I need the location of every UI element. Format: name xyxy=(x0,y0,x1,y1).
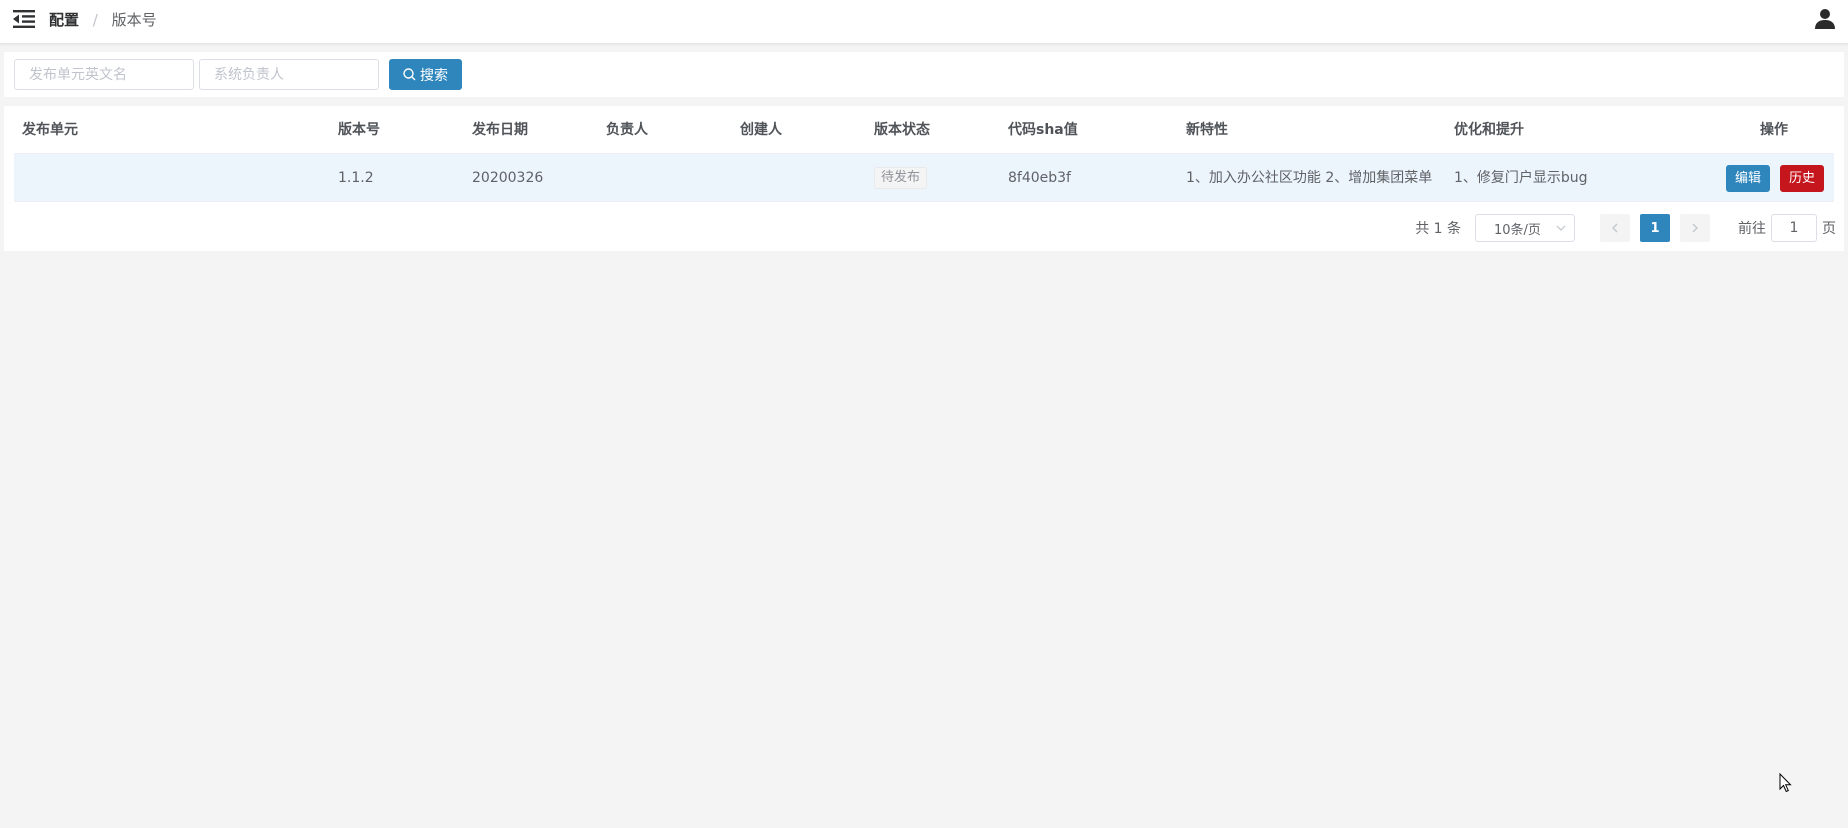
page-jump-prefix: 前往 xyxy=(1738,221,1766,237)
col-header-version: 版本号 xyxy=(338,122,380,138)
col-header-sha: 代码sha值 xyxy=(1008,122,1078,138)
page-jump-suffix: 页 xyxy=(1822,221,1836,237)
page-number-active[interactable]: 1 xyxy=(1640,214,1670,242)
col-header-unit: 发布单元 xyxy=(22,122,78,138)
page-size-value: 10条/页 xyxy=(1494,222,1541,238)
table-header: 发布单元 版本号 发布日期 负责人 创建人 版本状态 代码sha值 新特性 优化… xyxy=(14,106,1834,154)
menu-fold-icon[interactable] xyxy=(13,9,35,29)
cell-status: 待发布 xyxy=(874,154,994,202)
page-jump-input[interactable] xyxy=(1771,214,1817,242)
page-size-select[interactable]: 10条/页 xyxy=(1475,214,1575,242)
col-header-date: 发布日期 xyxy=(472,122,528,138)
cell-sha: 8f40eb3f xyxy=(1008,170,1071,186)
cell-improvements: 1、修复门户显示bug xyxy=(1454,170,1588,186)
cell-version: 1.1.2 xyxy=(338,170,374,186)
table-panel: 发布单元 版本号 发布日期 负责人 创建人 版本状态 代码sha值 新特性 优化… xyxy=(4,106,1844,251)
next-page-button[interactable] xyxy=(1680,214,1710,242)
search-panel: 搜索 xyxy=(4,52,1844,97)
cell-owner xyxy=(606,154,726,202)
page-jump: 前往 页 xyxy=(1738,214,1836,242)
breadcrumb-root[interactable]: 配置 xyxy=(49,11,79,29)
cell-creator xyxy=(740,154,860,202)
pagination: 共 1 条 10条/页 1 前往 页 xyxy=(1415,214,1836,242)
status-badge: 待发布 xyxy=(874,167,928,189)
chevron-down-icon xyxy=(1556,225,1566,231)
unit-name-input[interactable] xyxy=(14,59,194,90)
col-header-improvements: 优化和提升 xyxy=(1454,122,1524,138)
breadcrumb-current: 版本号 xyxy=(111,11,157,29)
search-button-label: 搜索 xyxy=(420,67,448,84)
col-header-features: 新特性 xyxy=(1186,122,1228,138)
cell-unit xyxy=(22,154,322,202)
table-row[interactable]: 1.1.2 20200326 待发布 8f40eb3f 1、加入办公社区功能 2… xyxy=(14,154,1834,202)
breadcrumb: 配置 / 版本号 xyxy=(49,10,157,30)
col-header-creator: 创建人 xyxy=(740,122,782,138)
edit-button[interactable]: 编辑 xyxy=(1725,164,1770,192)
chevron-right-icon xyxy=(1692,223,1698,233)
version-table: 发布单元 版本号 发布日期 负责人 创建人 版本状态 代码sha值 新特性 优化… xyxy=(14,106,1834,202)
cell-features: 1、加入办公社区功能 2、增加集团菜单 xyxy=(1186,170,1433,186)
history-button[interactable]: 历史 xyxy=(1779,164,1824,192)
search-icon xyxy=(403,68,416,81)
mouse-cursor-icon xyxy=(1779,773,1792,793)
user-icon[interactable] xyxy=(1814,8,1836,30)
cell-actions: 编辑 历史 xyxy=(1714,154,1834,202)
col-header-status: 版本状态 xyxy=(874,122,930,138)
col-header-owner: 负责人 xyxy=(606,122,648,138)
prev-page-button[interactable] xyxy=(1600,214,1630,242)
top-header: 配置 / 版本号 xyxy=(0,0,1848,44)
breadcrumb-separator: / xyxy=(92,11,98,29)
chevron-left-icon xyxy=(1612,223,1618,233)
search-button[interactable]: 搜索 xyxy=(389,59,462,90)
pagination-total: 共 1 条 xyxy=(1415,221,1461,237)
owner-input[interactable] xyxy=(199,59,379,90)
col-header-actions: 操作 xyxy=(1760,122,1788,138)
cell-date: 20200326 xyxy=(472,170,544,186)
